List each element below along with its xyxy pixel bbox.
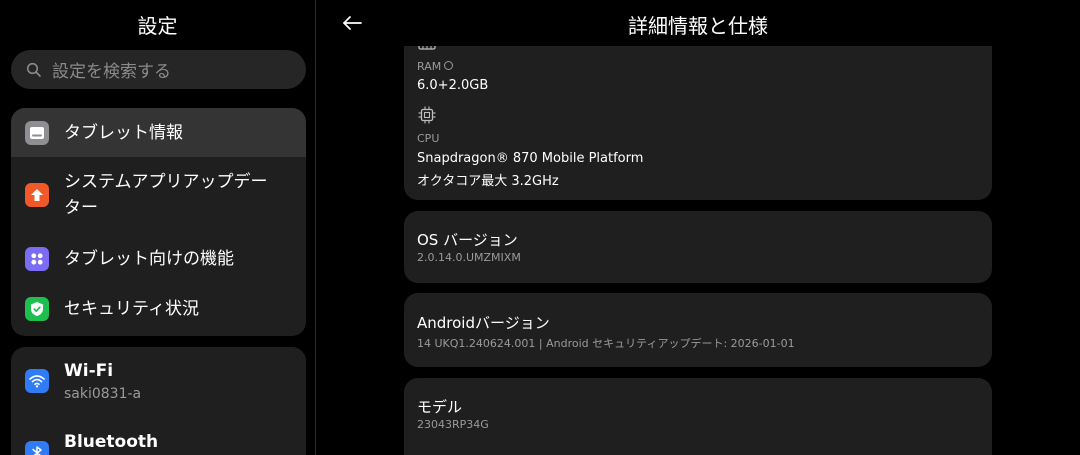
sidebar-item-bluetooth[interactable]: Bluetooth [11, 415, 306, 455]
sidebar-item-security-status[interactable]: セキュリティ状況 [11, 284, 306, 334]
wifi-icon [25, 369, 49, 393]
cpu-chip-icon [418, 106, 436, 124]
shield-check-icon [25, 297, 49, 321]
sidebar-item-label-line2: ター [64, 198, 98, 218]
sidebar-item-label: Wi-Fi [64, 361, 114, 381]
android-version-value: 14 UKQ1.240624.001 | Android セキュリティアップデー… [417, 337, 795, 350]
model-title: モデル [417, 398, 463, 416]
ram-label: RAM [417, 60, 442, 73]
sidebar-item-label: タブレット情報 [64, 122, 183, 143]
search-icon [26, 62, 42, 78]
wifi-network-name: saki0831-a [64, 386, 142, 402]
settings-group-connections: Wi-Fi saki0831-a Bluetooth [11, 347, 306, 455]
ram-value: 6.0+2.0GB [417, 78, 489, 93]
apps-grid-icon [25, 246, 49, 271]
page-title: 詳細情報と仕様 [628, 14, 768, 38]
cpu-label: CPU [417, 132, 440, 145]
back-arrow-icon [342, 16, 362, 30]
model-card[interactable]: モデル 23043RP34G [404, 378, 992, 455]
sidebar-item-tablet-info[interactable]: タブレット情報 [11, 108, 306, 157]
info-icon[interactable] [444, 61, 454, 70]
search-input[interactable]: 設定を検索する [11, 50, 306, 89]
bluetooth-icon [25, 441, 49, 455]
sidebar-item-wifi[interactable]: Wi-Fi saki0831-a [11, 347, 306, 415]
sidebar-title: 設定 [137, 14, 178, 38]
arrow-up-icon [25, 183, 49, 207]
sidebar-item-tablet-features[interactable]: タブレット向けの機能 [11, 233, 306, 284]
cpu-value-cores: オクタコア最大 3.2GHz [417, 174, 559, 189]
model-value: 23043RP34G [417, 418, 489, 431]
search-placeholder: 設定を検索する [52, 62, 171, 82]
details-pane: RAM 6.0+2.0GB CPU Snapdragon® 870 Mobile… [316, 0, 1080, 455]
sidebar-item-system-app-updater[interactable]: システムアプリアップデー ター [11, 157, 306, 233]
details-header: 詳細情報と仕様 [316, 0, 1080, 46]
settings-group-device: タブレット情報 システムアプリアップデー ター タブレット向けの機能 セキュリテ… [11, 108, 306, 336]
sidebar-item-label: Bluetooth [64, 432, 159, 452]
settings-window: 設定 設定を検索する タブレット情報 システムアプリアップデー ター タブレット… [0, 0, 1080, 455]
tablet-icon [25, 120, 49, 145]
sidebar-item-label: システムアプリアップデー [64, 172, 268, 192]
cpu-value-platform: Snapdragon® 870 Mobile Platform [417, 151, 644, 166]
android-version-card[interactable]: Androidバージョン 14 UKQ1.240624.001 | Androi… [404, 293, 992, 367]
os-version-card[interactable]: OS バージョン 2.0.14.0.UMZMIXM [404, 211, 992, 283]
ram-label-row: RAM [417, 60, 454, 73]
settings-sidebar: 設定 設定を検索する タブレット情報 システムアプリアップデー ター タブレット… [0, 0, 315, 455]
os-version-title: OS バージョン [417, 231, 518, 249]
android-version-title: Androidバージョン [417, 314, 550, 332]
back-button[interactable] [340, 12, 364, 34]
sidebar-item-label: タブレット向けの機能 [64, 248, 234, 269]
os-version-value: 2.0.14.0.UMZMIXM [417, 251, 521, 264]
sidebar-item-label: セキュリティ状況 [64, 299, 199, 319]
